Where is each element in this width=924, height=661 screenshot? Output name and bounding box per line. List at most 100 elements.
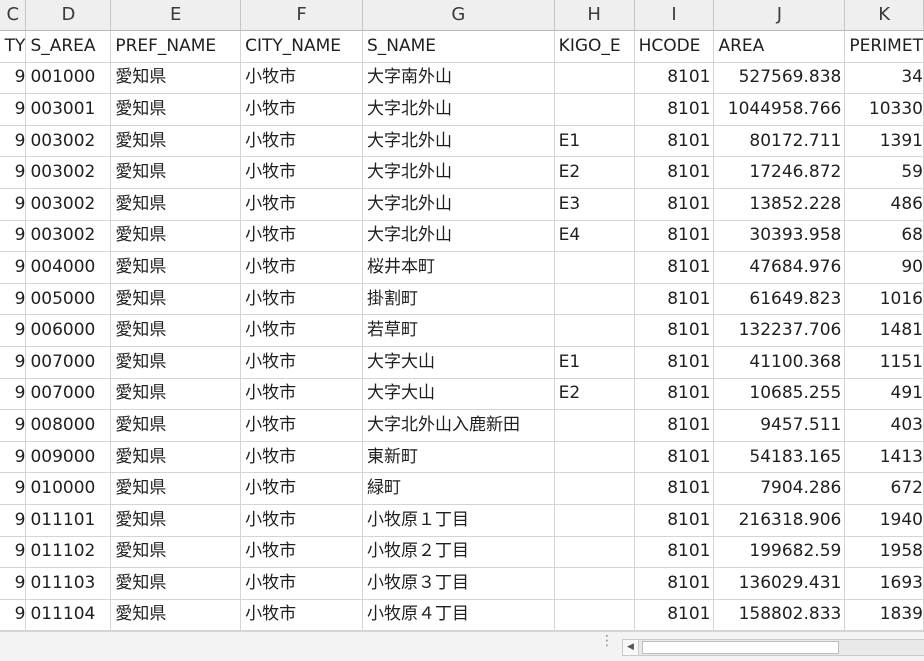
cell-g[interactable]: 小牧原２丁目 xyxy=(362,536,555,569)
cell-d[interactable]: 005000 xyxy=(25,283,112,316)
header-cell-c[interactable]: TY xyxy=(0,30,27,63)
cell-f[interactable]: 小牧市 xyxy=(240,251,363,284)
cell-k[interactable]: 68 xyxy=(844,220,924,253)
cell-i[interactable]: 8101 xyxy=(634,251,715,284)
cell-h[interactable] xyxy=(554,536,635,569)
cell-f[interactable]: 小牧市 xyxy=(240,504,363,537)
cell-i[interactable]: 8101 xyxy=(634,472,715,505)
cell-g[interactable]: 大字南外山 xyxy=(362,62,555,95)
cell-d[interactable]: 011101 xyxy=(25,504,112,537)
cell-e[interactable]: 愛知県 xyxy=(110,599,242,632)
cell-g[interactable]: 小牧原１丁目 xyxy=(362,504,555,537)
cell-d[interactable]: 007000 xyxy=(25,378,112,411)
cell-i[interactable]: 8101 xyxy=(634,156,715,189)
cell-f[interactable]: 小牧市 xyxy=(240,472,363,505)
cell-k[interactable]: 10330 xyxy=(844,93,924,126)
header-cell-i[interactable]: HCODE xyxy=(634,30,715,63)
cell-c[interactable]: 9 xyxy=(0,283,27,316)
cell-e[interactable]: 愛知県 xyxy=(110,472,242,505)
cell-i[interactable]: 8101 xyxy=(634,409,715,442)
cell-c[interactable]: 9 xyxy=(0,125,27,158)
column-header-d[interactable]: D xyxy=(25,0,112,31)
cell-c[interactable]: 9 xyxy=(0,504,27,537)
cell-c[interactable]: 9 xyxy=(0,62,27,95)
cell-k[interactable]: 1481 xyxy=(844,314,924,347)
cell-h[interactable] xyxy=(554,504,635,537)
cell-e[interactable]: 愛知県 xyxy=(110,378,242,411)
cell-c[interactable]: 9 xyxy=(0,441,27,474)
cell-d[interactable]: 003002 xyxy=(25,125,112,158)
cell-e[interactable]: 愛知県 xyxy=(110,251,242,284)
cell-e[interactable]: 愛知県 xyxy=(110,314,242,347)
cell-h[interactable] xyxy=(554,599,635,632)
cell-f[interactable]: 小牧市 xyxy=(240,188,363,221)
cell-j[interactable]: 7904.286 xyxy=(713,472,846,505)
cell-k[interactable]: 1958 xyxy=(844,536,924,569)
horizontal-scrollbar[interactable] xyxy=(639,639,924,656)
header-cell-f[interactable]: CITY_NAME xyxy=(240,30,363,63)
cell-c[interactable]: 9 xyxy=(0,409,27,442)
column-header-e[interactable]: E xyxy=(110,0,242,31)
cell-e[interactable]: 愛知県 xyxy=(110,441,242,474)
cell-c[interactable]: 9 xyxy=(0,378,27,411)
cell-e[interactable]: 愛知県 xyxy=(110,567,242,600)
cell-h[interactable]: E2 xyxy=(554,378,635,411)
cell-j[interactable]: 216318.906 xyxy=(713,504,846,537)
cell-k[interactable]: 1413 xyxy=(844,441,924,474)
cell-i[interactable]: 8101 xyxy=(634,93,715,126)
cell-c[interactable]: 9 xyxy=(0,251,27,284)
cell-k[interactable]: 486 xyxy=(844,188,924,221)
cell-j[interactable]: 47684.976 xyxy=(713,251,846,284)
cell-k[interactable]: 491 xyxy=(844,378,924,411)
cell-g[interactable]: 大字北外山 xyxy=(362,156,555,189)
cell-j[interactable]: 10685.255 xyxy=(713,378,846,411)
cell-i[interactable]: 8101 xyxy=(634,536,715,569)
cell-d[interactable]: 001000 xyxy=(25,62,112,95)
cell-j[interactable]: 1044958.766 xyxy=(713,93,846,126)
cell-h[interactable] xyxy=(554,409,635,442)
cell-f[interactable]: 小牧市 xyxy=(240,314,363,347)
cell-j[interactable]: 54183.165 xyxy=(713,441,846,474)
cell-i[interactable]: 8101 xyxy=(634,125,715,158)
column-header-g[interactable]: G xyxy=(362,0,555,31)
cell-h[interactable] xyxy=(554,472,635,505)
cell-h[interactable] xyxy=(554,93,635,126)
cell-f[interactable]: 小牧市 xyxy=(240,220,363,253)
cell-f[interactable]: 小牧市 xyxy=(240,409,363,442)
cell-d[interactable]: 009000 xyxy=(25,441,112,474)
cell-i[interactable]: 8101 xyxy=(634,346,715,379)
cell-i[interactable]: 8101 xyxy=(634,220,715,253)
cell-j[interactable]: 17246.872 xyxy=(713,156,846,189)
cell-j[interactable]: 158802.833 xyxy=(713,599,846,632)
cell-e[interactable]: 愛知県 xyxy=(110,93,242,126)
cell-e[interactable]: 愛知県 xyxy=(110,156,242,189)
cell-k[interactable]: 34 xyxy=(844,62,924,95)
column-header-k[interactable]: K xyxy=(844,0,924,31)
cell-i[interactable]: 8101 xyxy=(634,567,715,600)
cell-k[interactable]: 1016 xyxy=(844,283,924,316)
cell-k[interactable]: 672 xyxy=(844,472,924,505)
header-cell-k[interactable]: PERIMET xyxy=(844,30,924,63)
cell-c[interactable]: 9 xyxy=(0,156,27,189)
cell-i[interactable]: 8101 xyxy=(634,314,715,347)
cell-i[interactable]: 8101 xyxy=(634,504,715,537)
cell-k[interactable]: 1151 xyxy=(844,346,924,379)
header-cell-d[interactable]: S_AREA xyxy=(25,30,112,63)
cell-g[interactable]: 若草町 xyxy=(362,314,555,347)
cell-j[interactable]: 80172.711 xyxy=(713,125,846,158)
cell-d[interactable]: 004000 xyxy=(25,251,112,284)
cell-f[interactable]: 小牧市 xyxy=(240,125,363,158)
cell-d[interactable]: 011103 xyxy=(25,567,112,600)
cell-j[interactable]: 9457.511 xyxy=(713,409,846,442)
cell-h[interactable]: E2 xyxy=(554,156,635,189)
cell-c[interactable]: 9 xyxy=(0,220,27,253)
cell-d[interactable]: 006000 xyxy=(25,314,112,347)
cell-e[interactable]: 愛知県 xyxy=(110,536,242,569)
cell-g[interactable]: 大字北外山 xyxy=(362,125,555,158)
cell-d[interactable]: 008000 xyxy=(25,409,112,442)
cell-k[interactable]: 1693 xyxy=(844,567,924,600)
header-cell-h[interactable]: KIGO_E xyxy=(554,30,635,63)
cell-e[interactable]: 愛知県 xyxy=(110,62,242,95)
cell-g[interactable]: 小牧原３丁目 xyxy=(362,567,555,600)
cell-c[interactable]: 9 xyxy=(0,567,27,600)
